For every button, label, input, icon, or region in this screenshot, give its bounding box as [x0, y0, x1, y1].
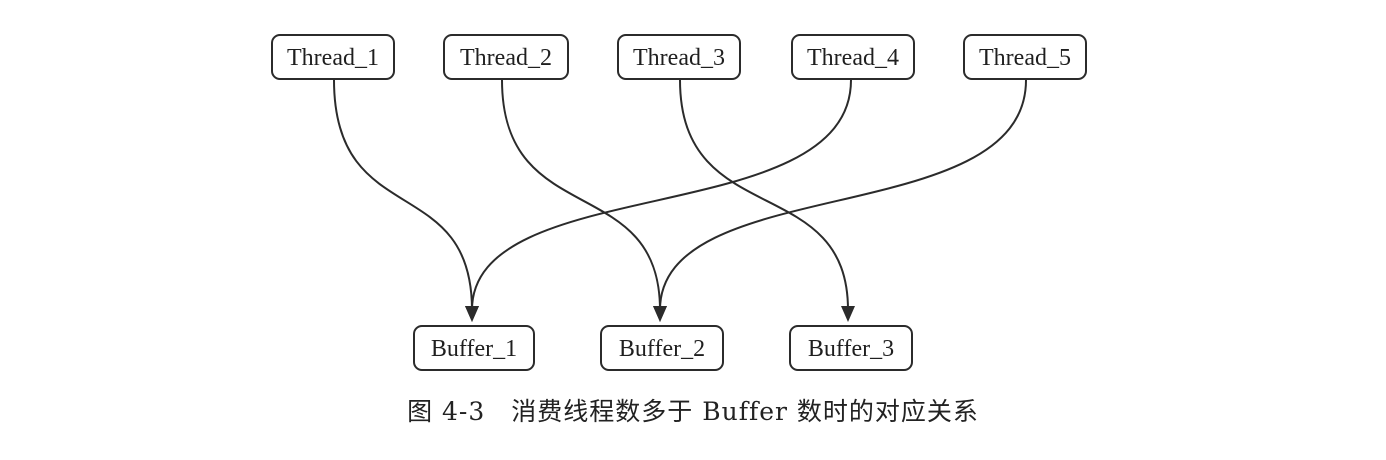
edge-t4-b1 [471, 79, 852, 311]
arrowhead-t5-b2 [653, 306, 667, 322]
edge-t2-b2 [501, 79, 661, 311]
buffer-node-1: Buffer_1 [413, 325, 535, 371]
buffer-node-3: Buffer_3 [789, 325, 913, 371]
buffer-node-3-label: Buffer_3 [808, 336, 894, 362]
nodes-layer: Thread_1 Thread_2 Thread_3 Thread_4 Thread_5… [271, 34, 1087, 371]
figure-caption: 图 4-3 消费线程数多于 Buffer 数时的对应关系 [407, 397, 979, 426]
arrowhead-t3-b3 [841, 306, 855, 322]
edge-t3-b3 [679, 79, 849, 311]
edges-layer [333, 79, 1027, 322]
thread-node-1-label: Thread_1 [287, 45, 379, 71]
thread-node-5: Thread_5 [963, 34, 1087, 80]
buffer-node-2: Buffer_2 [600, 325, 724, 371]
arrowhead-t4-b1 [465, 306, 479, 322]
thread-node-3-label: Thread_3 [633, 45, 725, 71]
buffer-node-2-label: Buffer_2 [619, 336, 705, 362]
thread-node-3: Thread_3 [617, 34, 741, 80]
edge-t1-b1 [333, 79, 473, 311]
buffer-node-1-label: Buffer_1 [431, 336, 517, 362]
thread-node-5-label: Thread_5 [979, 45, 1071, 71]
thread-node-4-label: Thread_4 [807, 45, 899, 71]
thread-node-4: Thread_4 [791, 34, 915, 80]
thread-node-1: Thread_1 [271, 34, 395, 80]
thread-buffer-diagram: Thread_1 Thread_2 Thread_3 Thread_4 Thread_5… [271, 34, 1087, 371]
thread-node-2-label: Thread_2 [460, 45, 552, 71]
thread-node-2: Thread_2 [443, 34, 569, 80]
